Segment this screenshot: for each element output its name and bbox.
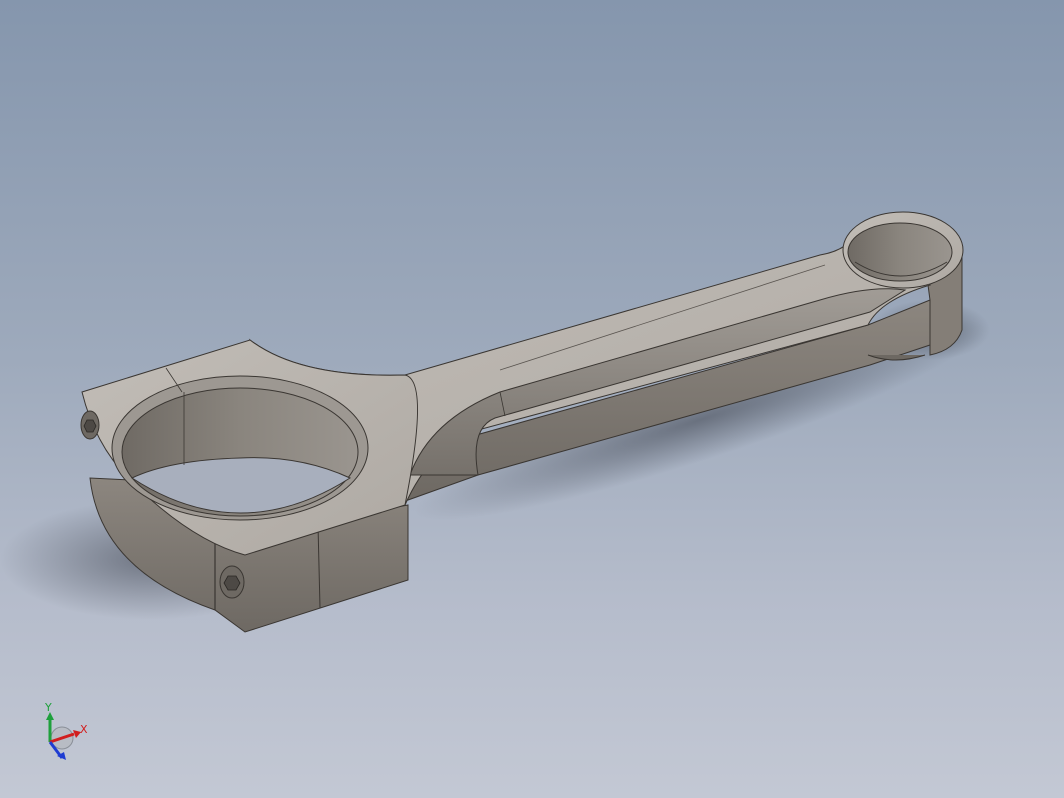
graphics-viewport[interactable]: Y X	[0, 0, 1064, 798]
y-axis-label: Y	[44, 701, 52, 714]
connecting-rod-model[interactable]	[0, 0, 1064, 798]
small-end-bore	[847, 222, 953, 282]
bolt-head-front	[219, 565, 245, 599]
orientation-triad: Y X	[44, 701, 88, 760]
bolt-head-rear	[80, 410, 100, 440]
x-axis-label: X	[80, 723, 88, 736]
